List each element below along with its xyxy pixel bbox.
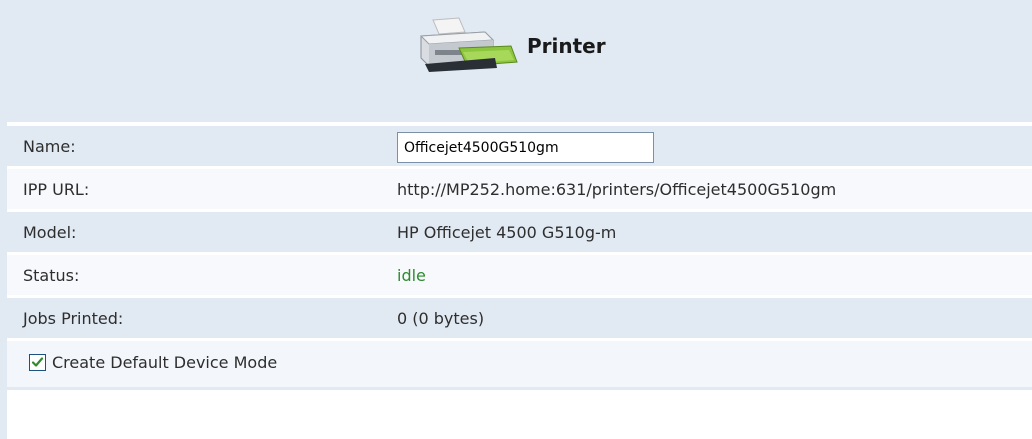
create-default-device-mode-checkbox[interactable] (29, 354, 46, 371)
row-ipp-url: IPP URL: http://MP252.home:631/printers/… (7, 169, 1032, 212)
status-value: idle (397, 266, 426, 285)
name-input[interactable] (397, 132, 654, 163)
printer-page: Printer Name: IPP URL: http://MP252.home… (0, 0, 1032, 439)
status-label: Status: (23, 266, 80, 285)
jobs-printed-value: 0 (0 bytes) (397, 309, 485, 328)
page-title: Printer (527, 34, 606, 58)
left-rail (0, 122, 7, 439)
model-label: Model: (23, 223, 77, 242)
name-label: Name: (23, 137, 76, 156)
model-value: HP Officejet 4500 G510g-m (397, 223, 617, 242)
ipp-url-value: http://MP252.home:631/printers/Officejet… (397, 180, 837, 199)
create-default-device-mode-toggle[interactable]: Create Default Device Mode (29, 353, 277, 372)
jobs-printed-label: Jobs Printed: (23, 309, 124, 328)
row-model: Model: HP Officejet 4500 G510g-m (7, 212, 1032, 255)
printer-details-table: Name: IPP URL: http://MP252.home:631/pri… (7, 126, 1032, 390)
header-title-group: Printer (415, 16, 606, 74)
row-name: Name: (7, 126, 1032, 169)
ipp-url-label: IPP URL: (23, 180, 90, 199)
row-jobs-printed: Jobs Printed: 0 (0 bytes) (7, 298, 1032, 341)
row-create-default-device-mode: Create Default Device Mode (7, 341, 1032, 390)
page-header: Printer (0, 0, 1032, 122)
checkmark-icon (31, 357, 44, 367)
create-default-device-mode-label: Create Default Device Mode (52, 353, 278, 372)
printer-icon (419, 17, 518, 72)
row-status: Status: idle (7, 255, 1032, 298)
